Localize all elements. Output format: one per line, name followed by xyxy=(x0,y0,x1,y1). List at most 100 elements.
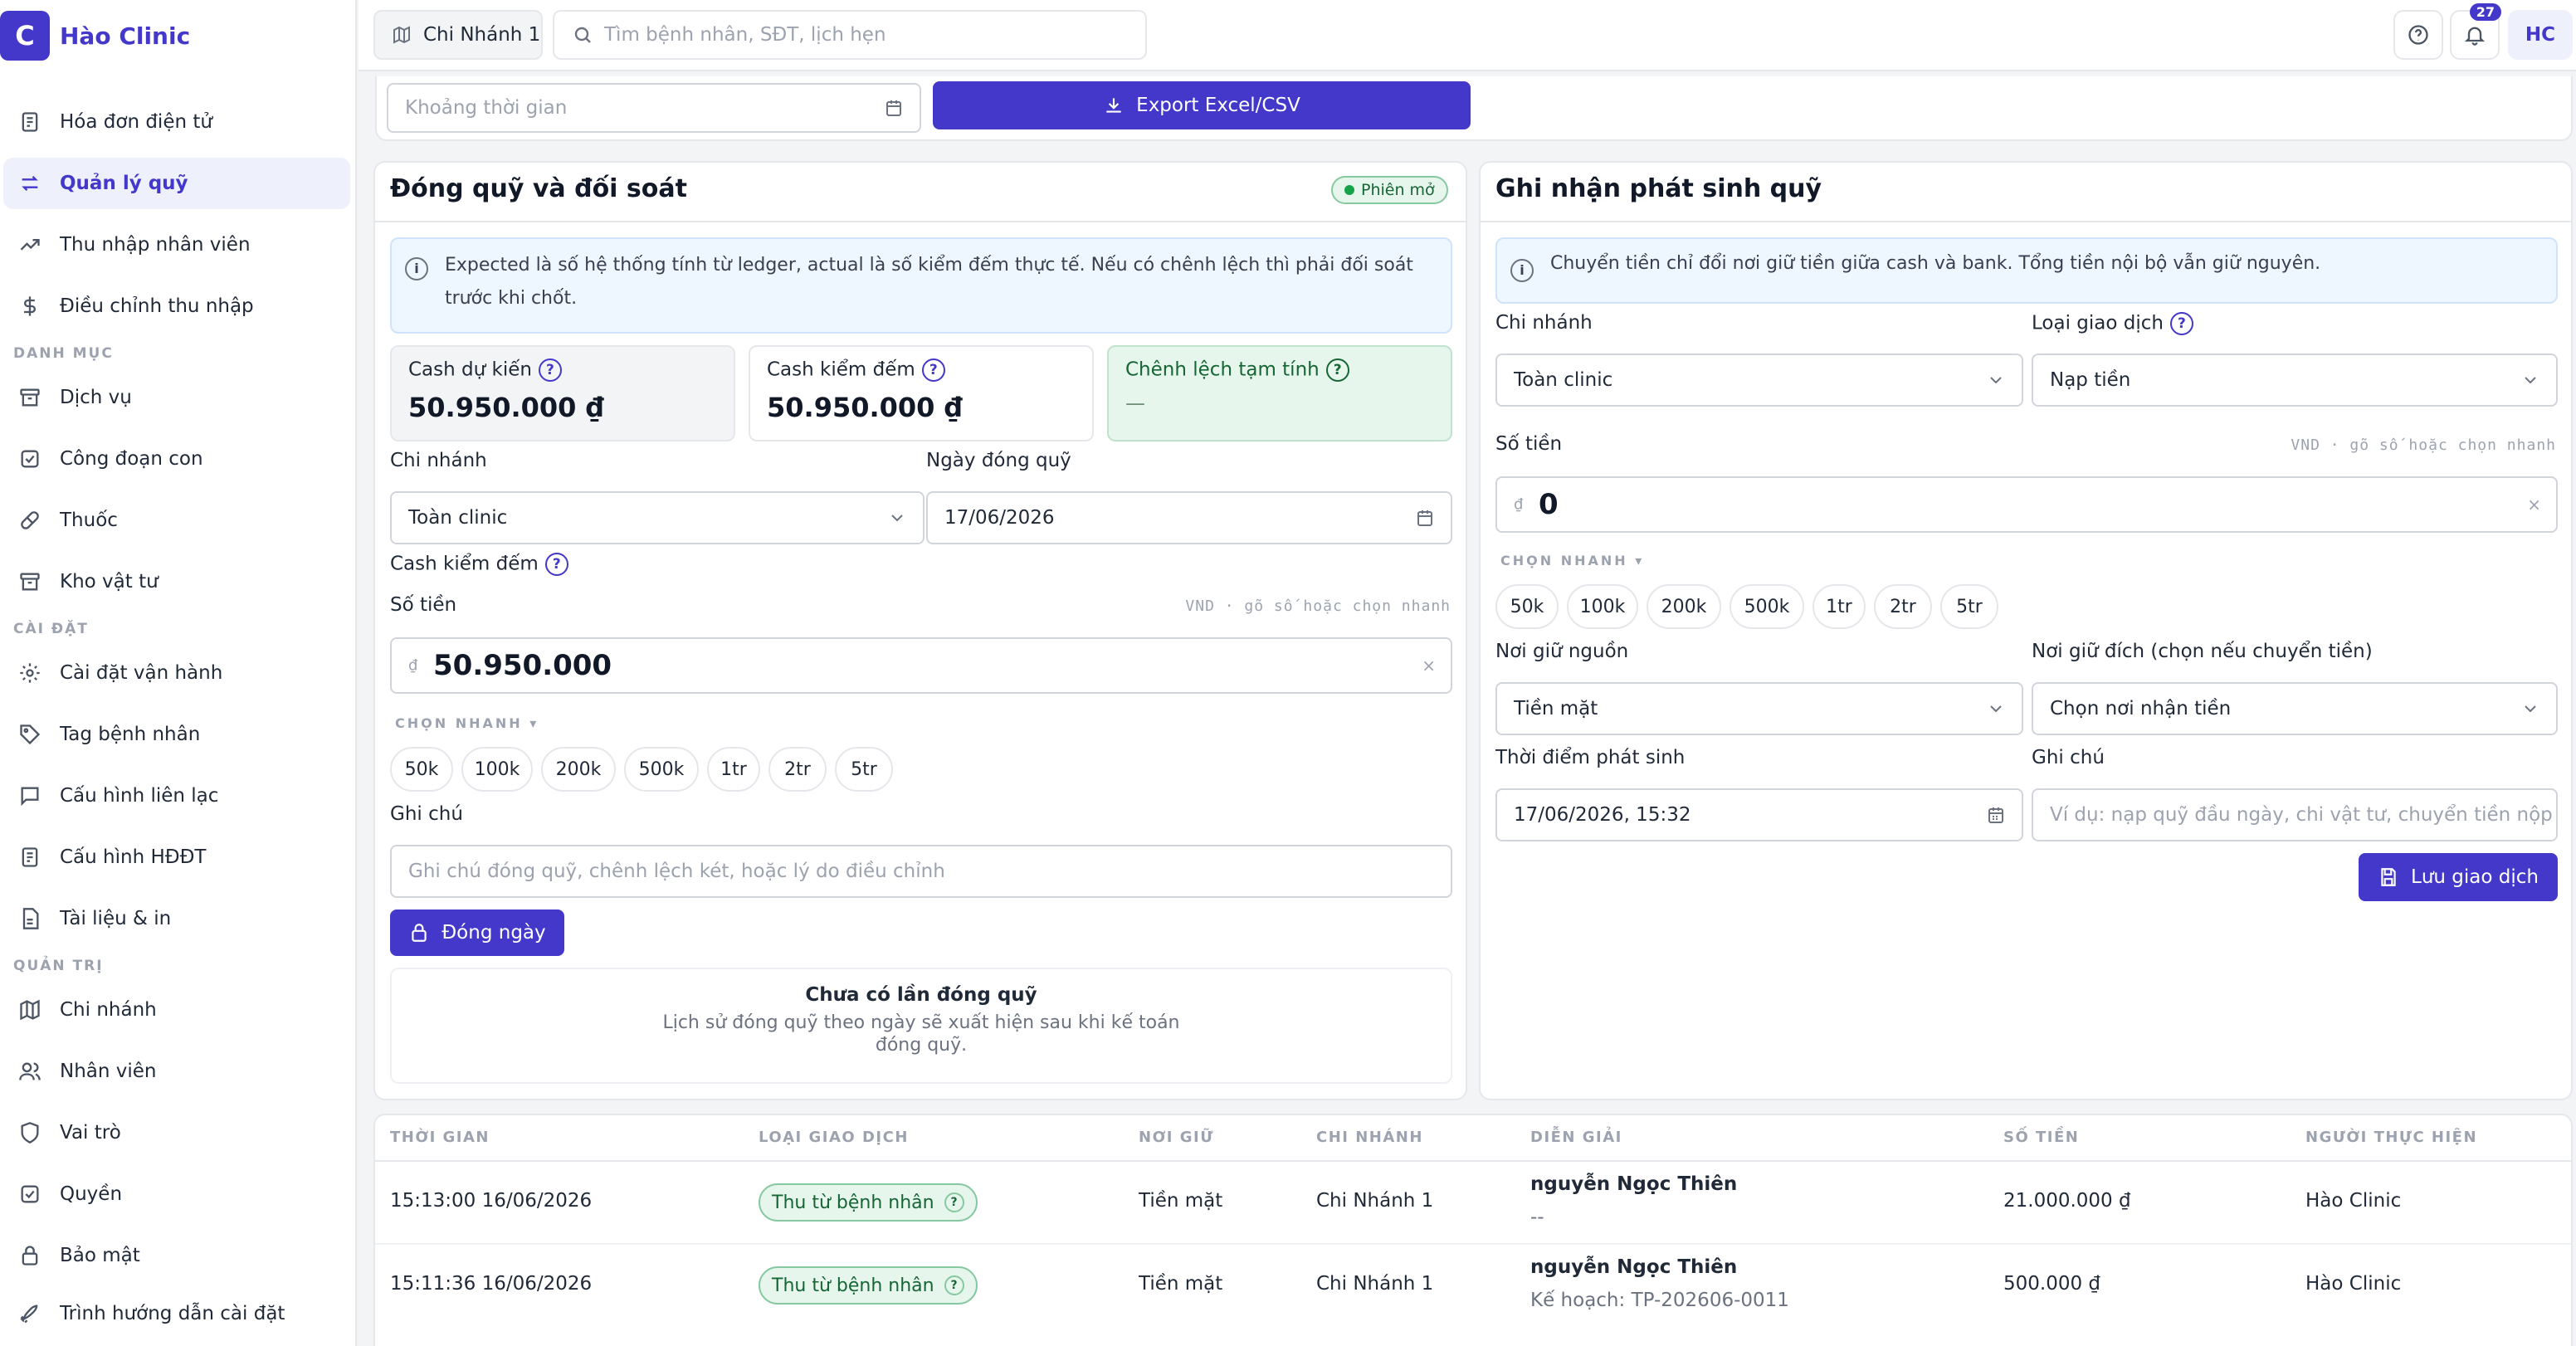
dest-holder-select[interactable]: Chọn nơi nhận tiền xyxy=(2032,682,2558,735)
col-header-branch: CHI NHÁNH xyxy=(1316,1129,1423,1146)
quick-chip[interactable]: 500k xyxy=(1730,584,1804,629)
record-amount-input[interactable]: ₫ 0 × xyxy=(1495,476,2558,533)
sidebar-item-roles[interactable]: Vai trò xyxy=(3,1107,350,1158)
table-row[interactable]: 15:13:00 16/06/2026 Thu từ bệnh nhân? Ti… xyxy=(375,1162,2571,1243)
col-header-type: LOẠI GIAO DỊCH xyxy=(759,1129,909,1146)
quick-chip[interactable]: 200k xyxy=(1647,584,1721,629)
record-note-placeholder: Ví dụ: nạp quỹ đầu ngày, chi vật tư, chu… xyxy=(2050,804,2558,826)
help-icon[interactable]: ? xyxy=(2169,312,2193,335)
sidebar-item-staff-income[interactable]: Thu nhập nhân viên xyxy=(3,219,350,271)
filter-bar: Khoảng thời gian Export Excel/CSV xyxy=(375,76,2573,141)
record-note-input[interactable]: Ví dụ: nạp quỹ đầu ngày, chi vật tư, chu… xyxy=(2032,788,2558,841)
help-icon[interactable]: ? xyxy=(921,358,945,382)
close-day-button[interactable]: Đóng ngày xyxy=(390,910,564,956)
info-box: i Chuyển tiền chỉ đổi nơi giữ tiền giữa … xyxy=(1495,237,2558,304)
transaction-type-select[interactable]: Nạp tiền xyxy=(2032,354,2558,407)
sidebar-item-staff[interactable]: Nhân viên xyxy=(3,1046,350,1097)
quick-chip[interactable]: 5tr xyxy=(1940,584,1998,629)
empty-title: Chưa có lần đóng quỹ xyxy=(805,984,1037,1006)
quick-chip[interactable]: 500k xyxy=(624,747,699,792)
record-branch-select[interactable]: Toàn clinic xyxy=(1495,354,2023,407)
sidebar-item-label: Vai trò xyxy=(60,1122,121,1144)
chevron-down-icon xyxy=(886,507,908,529)
sidebar-item-contact-config[interactable]: Cấu hình liên lạc xyxy=(3,770,350,822)
close-note-input[interactable]: Ghi chú đóng quỹ, chênh lệch két, hoặc l… xyxy=(390,845,1452,898)
row-actor: Hào Clinic xyxy=(2305,1273,2402,1295)
sidebar-item-supplies[interactable]: Kho vật tư xyxy=(3,556,350,607)
save-transaction-button[interactable]: Lưu giao dịch xyxy=(2359,853,2558,901)
sidebar-item-einvoice-config[interactable]: Cấu hình HĐĐT xyxy=(3,831,350,883)
quick-chip[interactable]: 1tr xyxy=(707,747,760,792)
sidebar-item-label: Cấu hình HĐĐT xyxy=(60,846,207,868)
sidebar-item-security[interactable]: Bảo mật xyxy=(3,1230,350,1281)
table-row[interactable]: 15:11:36 16/06/2026 Thu từ bệnh nhân? Ti… xyxy=(375,1245,2571,1328)
quick-chip[interactable]: 2tr xyxy=(1874,584,1932,629)
sidebar-item-medicine[interactable]: Thuốc xyxy=(3,495,350,546)
sidebar-item-branches[interactable]: Chi nhánh xyxy=(3,984,350,1036)
quick-chip[interactable]: 100k xyxy=(1567,584,1638,629)
quick-chip[interactable]: 50k xyxy=(390,747,453,792)
type-label-text: Loại giao dịch xyxy=(2032,312,2164,334)
quick-chip[interactable]: 100k xyxy=(461,747,533,792)
branch-label: Chi nhánh xyxy=(1495,312,1593,334)
download-icon xyxy=(1106,98,1121,113)
quick-chip[interactable]: 5tr xyxy=(835,747,893,792)
avatar[interactable]: HC xyxy=(2508,10,2573,60)
source-holder-select[interactable]: Tiền mặt xyxy=(1495,682,2023,735)
quick-select-toggle[interactable]: CHỌN NHANH ▾ xyxy=(395,715,539,731)
sidebar-item-permissions[interactable]: Quyền xyxy=(3,1168,350,1220)
sidebar-item-e-invoice[interactable]: Hóa đơn điện tử xyxy=(3,96,350,148)
sidebar-item-label: Kho vật tư xyxy=(60,571,159,593)
branch-label: Chi nhánh xyxy=(390,450,487,471)
quick-chip[interactable]: 1tr xyxy=(1812,584,1866,629)
clear-icon[interactable]: × xyxy=(1422,656,1436,675)
global-search-input[interactable]: Tìm bệnh nhân, SĐT, lịch hẹn xyxy=(553,10,1147,60)
sidebar-item-sub-steps[interactable]: Công đoạn con xyxy=(3,433,350,485)
section-admin: QUẢN TRỊ xyxy=(13,958,104,974)
row-amount: 21.000.000 ₫ xyxy=(2003,1190,2131,1212)
occurred-at-input[interactable]: 17/06/2026, 15:32 xyxy=(1495,788,2023,841)
close-date-input[interactable]: 17/06/2026 xyxy=(926,491,1452,544)
export-button[interactable]: Export Excel/CSV xyxy=(933,81,1471,129)
help-icon[interactable]: ? xyxy=(544,553,568,576)
sidebar-item-patient-tags[interactable]: Tag bệnh nhân xyxy=(3,709,350,760)
period-input[interactable]: Khoảng thời gian xyxy=(387,83,921,133)
branch-selector[interactable]: Chi Nhánh 1 xyxy=(373,10,543,60)
search-placeholder: Tìm bệnh nhân, SĐT, lịch hẹn xyxy=(604,24,886,46)
info-text: Chuyển tiền chỉ đổi nơi giữ tiền giữa ca… xyxy=(1550,253,2321,274)
receipt-icon xyxy=(17,844,43,871)
brand-logo: C xyxy=(0,11,50,61)
map-icon xyxy=(393,26,410,44)
clear-icon[interactable]: × xyxy=(2527,495,2541,515)
quick-chip[interactable]: 50k xyxy=(1495,584,1559,629)
help-icon[interactable]: ? xyxy=(538,358,562,382)
stat-counted: Cash kiểm đếm? 50.950.000 ₫ xyxy=(749,345,1094,441)
close-fund-title: Đóng quỹ và đối soát xyxy=(390,174,687,203)
quick-chip[interactable]: 200k xyxy=(541,747,616,792)
help-button[interactable] xyxy=(2393,10,2443,60)
help-icon[interactable]: ? xyxy=(944,1192,964,1212)
sidebar-item-fund-management[interactable]: Quản lý quỹ xyxy=(3,158,350,209)
amount-hint: VND · gõ số hoặc chọn nhanh xyxy=(2291,436,2556,454)
notifications-button[interactable]: 27 xyxy=(2450,3,2501,60)
row-time: 15:13:00 16/06/2026 xyxy=(390,1190,593,1212)
sidebar-item-income-adjustment[interactable]: Điều chỉnh thu nhập xyxy=(3,280,350,332)
quick-select-toggle[interactable]: CHỌN NHANH ▾ xyxy=(1500,553,1644,568)
info-text-line1: Expected là số hệ thống tính từ ledger, … xyxy=(445,255,1413,276)
help-icon[interactable]: ? xyxy=(944,1275,964,1295)
help-icon[interactable]: ? xyxy=(1325,358,1349,382)
sidebar-item-setup-wizard[interactable]: Trình hướng dẫn cài đặt xyxy=(3,1291,350,1336)
section-catalog: DANH MỤC xyxy=(13,345,114,362)
amount-input[interactable]: ₫ 50.950.000 × xyxy=(390,637,1452,694)
sidebar-item-services[interactable]: Dịch vụ xyxy=(3,372,350,423)
quick-chip[interactable]: 2tr xyxy=(768,747,827,792)
calendar-icon xyxy=(883,97,905,119)
branch-select[interactable]: Toàn clinic xyxy=(390,491,925,544)
transaction-type-badge: Thu từ bệnh nhân? xyxy=(759,1183,978,1222)
row-description-main: nguyễn Ngọc Thiên xyxy=(1530,1173,1738,1195)
sidebar-item-documents-print[interactable]: Tài liệu & in xyxy=(3,893,350,944)
row-holder: Tiền mặt xyxy=(1139,1273,1223,1295)
sidebar-item-operation-settings[interactable]: Cài đặt vận hành xyxy=(3,647,350,699)
brand[interactable]: C Hào Clinic xyxy=(0,0,357,71)
tag-icon xyxy=(17,721,43,748)
